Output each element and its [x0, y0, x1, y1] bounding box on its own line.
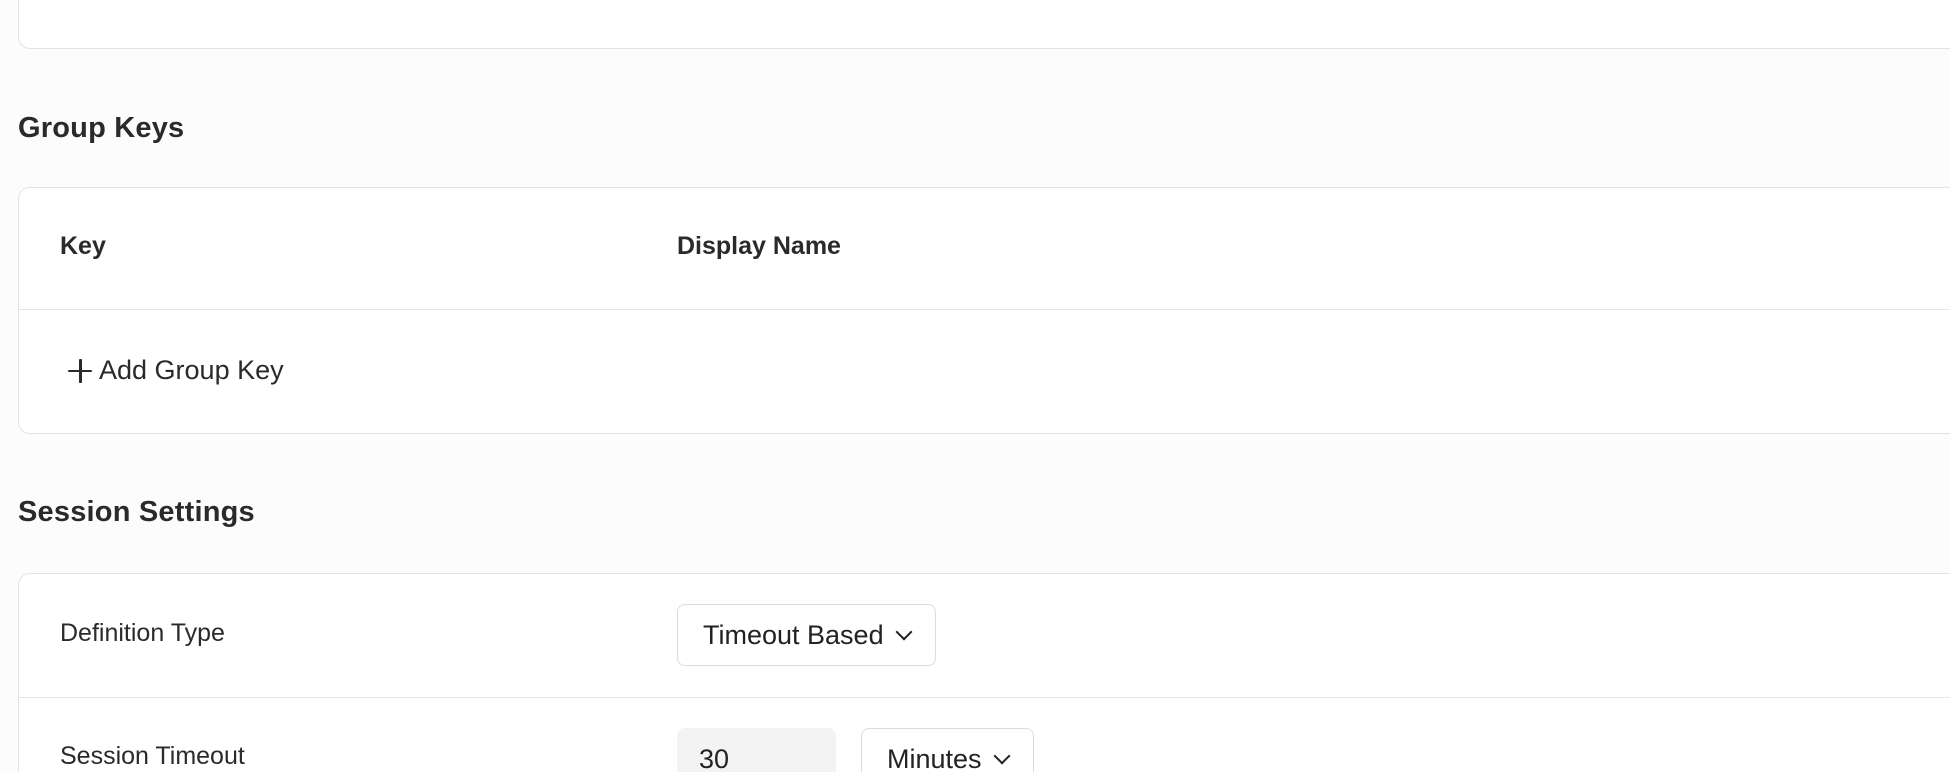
definition-type-row: Definition Type Timeout Based	[19, 574, 1950, 698]
table-header-row: Key Display Name	[19, 188, 1950, 310]
session-settings-heading: Session Settings	[18, 496, 255, 528]
definition-type-select[interactable]: Timeout Based	[677, 604, 936, 666]
plus-icon	[67, 358, 93, 384]
group-keys-table: Key Display Name Add Group Key	[18, 187, 1950, 434]
session-timeout-label: Session Timeout	[60, 742, 245, 770]
session-timeout-unit-value: Minutes	[887, 743, 982, 772]
previous-settings-card	[18, 0, 1950, 49]
add-group-key-button[interactable]: Add Group Key	[67, 355, 284, 386]
session-timeout-row: Session Timeout Minutes	[19, 698, 1950, 772]
column-header-key: Key	[60, 232, 106, 260]
definition-type-value: Timeout Based	[703, 619, 884, 650]
add-group-key-label: Add Group Key	[99, 355, 284, 385]
settings-page: Group Keys Key Display Name Add Group Ke…	[0, 0, 1950, 772]
column-header-display-name: Display Name	[677, 232, 841, 260]
group-keys-heading: Group Keys	[18, 112, 185, 144]
session-timeout-unit-select[interactable]: Minutes	[861, 728, 1034, 772]
chevron-down-icon	[993, 747, 1011, 765]
session-settings-card: Definition Type Timeout Based Session Ti…	[18, 573, 1950, 772]
definition-type-label: Definition Type	[60, 619, 225, 647]
chevron-down-icon	[895, 623, 913, 641]
session-timeout-input[interactable]	[677, 728, 836, 772]
